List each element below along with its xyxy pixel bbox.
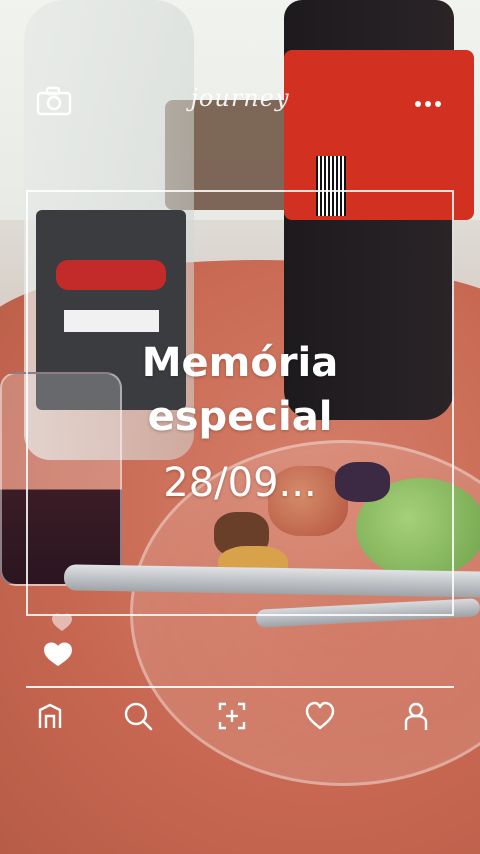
search-icon[interactable] (120, 698, 156, 734)
add-post-icon[interactable] (214, 698, 250, 734)
ui-overlay: journey Memória especial 28/09... (0, 0, 480, 854)
title-line-2: especial (147, 394, 333, 440)
top-bar: journey (0, 78, 480, 122)
bottom-nav (0, 698, 480, 738)
app-brand: journey (190, 84, 290, 112)
nav-divider (26, 686, 454, 688)
camera-icon[interactable] (36, 86, 72, 116)
home-icon[interactable] (32, 698, 68, 734)
heart-icon[interactable] (302, 698, 338, 734)
more-dots-icon[interactable] (414, 94, 442, 107)
memory-title: Memória especial (0, 336, 480, 444)
title-line-1: Memória (141, 340, 339, 386)
hearts-icon[interactable] (40, 612, 80, 668)
profile-icon[interactable] (398, 698, 434, 734)
memory-date: 28/09... (163, 460, 317, 506)
